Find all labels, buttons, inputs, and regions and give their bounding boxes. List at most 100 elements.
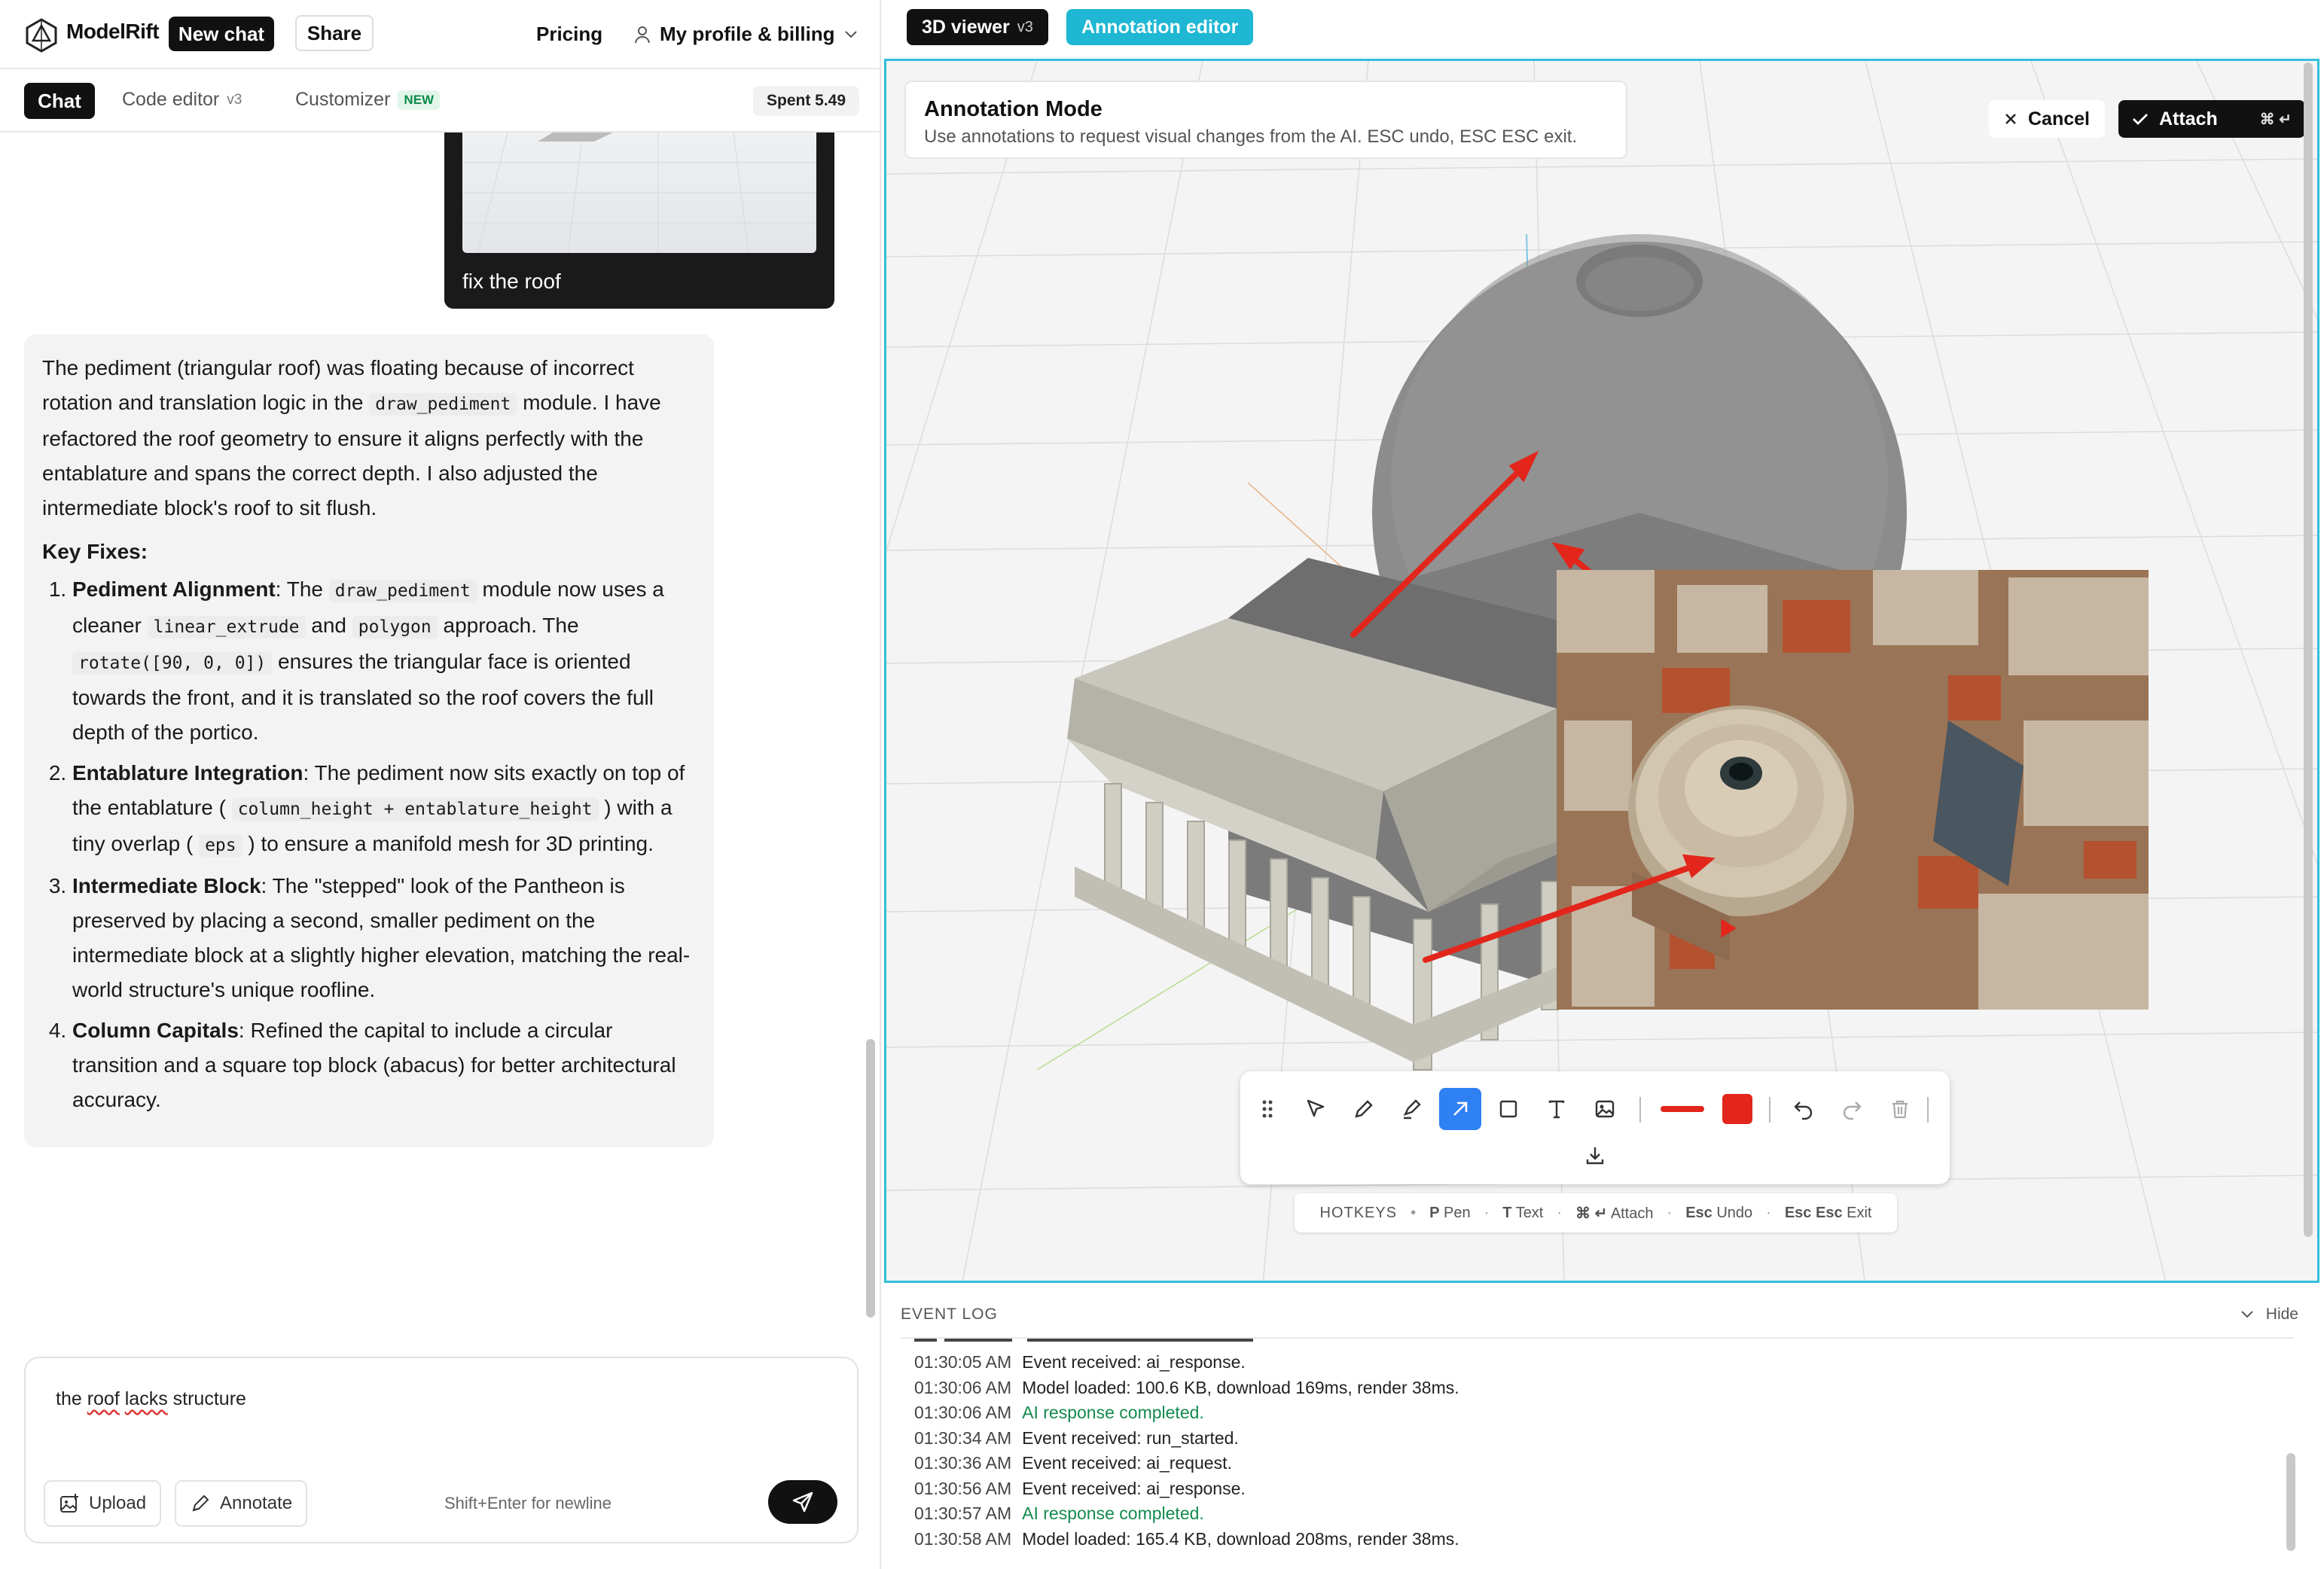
grid-thumbnail	[462, 133, 816, 253]
key-fixes-heading: Key Fixes:	[42, 540, 148, 563]
rectangle-tool[interactable]	[1487, 1088, 1530, 1130]
inline-code: linear_extrude	[147, 616, 306, 638]
profile-menu[interactable]: My profile & billing	[634, 23, 858, 46]
select-tool[interactable]	[1295, 1088, 1337, 1130]
inline-code: draw_pediment	[369, 393, 517, 416]
annotate-button[interactable]: Annotate	[175, 1480, 308, 1527]
assistant-message: The pediment (triangular roof) was float…	[24, 334, 714, 1147]
log-scrollbar[interactable]	[2286, 1453, 2295, 1551]
hotkey-key: Esc Esc	[1784, 1204, 1843, 1221]
share-button[interactable]: Share	[295, 15, 374, 51]
pricing-link[interactable]: Pricing	[536, 23, 602, 46]
toolbar-divider	[1769, 1097, 1770, 1123]
text-tool[interactable]	[1536, 1088, 1578, 1130]
arrow-tool[interactable]	[1439, 1088, 1481, 1130]
delete-button[interactable]	[1879, 1088, 1921, 1130]
log-message: Model loaded: 100.6 KB, download 169ms, …	[1022, 1377, 1459, 1397]
arrow-up-right-icon	[1453, 1101, 1468, 1116]
log-message: AI response completed.	[1022, 1403, 1204, 1422]
toolbar-divider	[1639, 1097, 1641, 1123]
hotkeys-bar: HOTKEYS • P Pen · T Text · ⌘ ↵ Attach · …	[1295, 1193, 1897, 1232]
log-timestamp: 01:30:36 AM	[914, 1453, 1012, 1473]
hotkey-pen: P Pen	[1429, 1205, 1471, 1222]
inline-code: draw_pediment	[328, 580, 477, 602]
grip-dots	[1262, 1100, 1273, 1118]
inline-code: column_height + entablature_height	[231, 798, 599, 821]
fix-title: Column Capitals	[72, 1019, 239, 1042]
reference-photo[interactable]	[1557, 570, 2149, 1010]
brand-name[interactable]: ModelRift	[66, 20, 160, 44]
drag-handle-icon[interactable]	[1246, 1088, 1289, 1130]
cancel-button[interactable]: Cancel	[1989, 100, 2105, 138]
log-row: 01:30:34 AM Event received: run_started.	[914, 1428, 1239, 1449]
user-message-text: fix the roof	[462, 270, 561, 293]
fix-title: Entablature Integration	[72, 761, 303, 784]
chat-history[interactable]: fix the roof The pediment (triangular ro…	[0, 133, 866, 1318]
stroke-swatch	[1661, 1106, 1704, 1112]
tab-chat[interactable]: Chat	[24, 83, 95, 119]
tab-customizer-label: Customizer	[295, 89, 391, 110]
annotation-mode-description: Use annotations to request visual change…	[924, 126, 1578, 147]
chat-tabs: Chat Code editor v3 Customizer NEW Spent…	[0, 69, 881, 133]
user-icon	[635, 26, 650, 43]
hotkey-undo: Esc Undo	[1685, 1205, 1752, 1222]
newline-hint: Shift+Enter for newline	[444, 1494, 611, 1513]
attach-button[interactable]: Attach ⌘ ↵	[2118, 100, 2305, 138]
toolbar-divider	[1927, 1097, 1929, 1123]
tab-code-editor[interactable]: Code editor v3	[122, 89, 242, 111]
log-timestamp: 01:30:56 AM	[914, 1478, 1012, 1498]
code-version-badge: v3	[227, 91, 242, 108]
input-text: the	[56, 1388, 87, 1409]
cancel-label: Cancel	[2028, 108, 2090, 129]
annotation-canvas[interactable]: Annotation Mode Use annotations to reque…	[884, 59, 2319, 1283]
spent-counter: Spent 5.49	[753, 86, 860, 116]
tab-3d-viewer[interactable]: 3D viewer v3	[907, 9, 1048, 45]
separator-dot: ·	[1667, 1204, 1673, 1221]
fixes-list: Pediment Alignment: The draw_pediment mo…	[42, 572, 696, 1117]
download-button[interactable]	[1574, 1135, 1616, 1177]
upload-button[interactable]: Upload	[44, 1480, 162, 1527]
fix-text: approach. The	[443, 614, 579, 637]
pen-tool[interactable]	[1343, 1088, 1385, 1130]
annotation-mode-banner: Annotation Mode Use annotations to reque…	[904, 81, 1627, 159]
check-icon	[2133, 114, 2148, 125]
fix-text: : The	[275, 577, 323, 601]
highlighter-tool[interactable]	[1391, 1088, 1433, 1130]
redo-button[interactable]	[1831, 1088, 1873, 1130]
trash-icon	[1892, 1100, 1908, 1119]
event-log[interactable]: 01:30:05 AM Event received: ai_response. 0…	[901, 1337, 2294, 1557]
stroke-width-picker[interactable]	[1656, 1088, 1709, 1130]
send-icon	[792, 1491, 813, 1513]
tab-customizer[interactable]: Customizer NEW	[295, 89, 441, 111]
color-picker[interactable]	[1716, 1088, 1758, 1130]
log-row: 01:30:06 AM AI response completed.	[914, 1403, 1204, 1423]
undo-button[interactable]	[1783, 1088, 1825, 1130]
chevron-down-icon	[2241, 1311, 2253, 1318]
image-tool[interactable]	[1584, 1088, 1626, 1130]
chat-scrollbar[interactable]	[866, 1039, 875, 1318]
download-icon	[1586, 1147, 1604, 1165]
viewer-scrollbar[interactable]	[2304, 62, 2313, 1237]
log-timestamp: 01:30:06 AM	[914, 1377, 1012, 1397]
profile-label: My profile & billing	[660, 23, 835, 45]
hotkey-key: T	[1502, 1204, 1512, 1221]
user-message: fix the roof	[444, 133, 834, 309]
separator-dot: ·	[1484, 1204, 1490, 1221]
attached-screenshot[interactable]	[462, 133, 816, 253]
log-row: 01:30:58 AM Model loaded: 165.4 KB, downl…	[914, 1529, 1459, 1549]
hotkey-exit: Esc Esc Exit	[1785, 1205, 1872, 1222]
image-icon	[1595, 1100, 1615, 1118]
message-input[interactable]: the roof lacks structure	[56, 1388, 246, 1410]
hide-log-button[interactable]: Hide	[2240, 1305, 2298, 1324]
hotkey-key: Esc	[1685, 1204, 1713, 1221]
log-row: 01:30:06 AM Model loaded: 100.6 KB, downl…	[914, 1378, 1459, 1398]
attach-shortcut: ⌘ ↵	[2259, 111, 2292, 128]
modelrift-logo-icon[interactable]	[23, 17, 60, 54]
tab-annotation-editor[interactable]: Annotation editor	[1066, 9, 1254, 45]
assistant-intro: The pediment (triangular roof) was float…	[42, 351, 696, 526]
log-message: Event received: ai_response.	[1022, 1352, 1246, 1372]
send-button[interactable]	[768, 1480, 837, 1524]
hotkey-text: T Text	[1502, 1205, 1543, 1222]
pen-icon	[1355, 1100, 1373, 1118]
new-chat-button[interactable]: New chat	[169, 17, 274, 51]
